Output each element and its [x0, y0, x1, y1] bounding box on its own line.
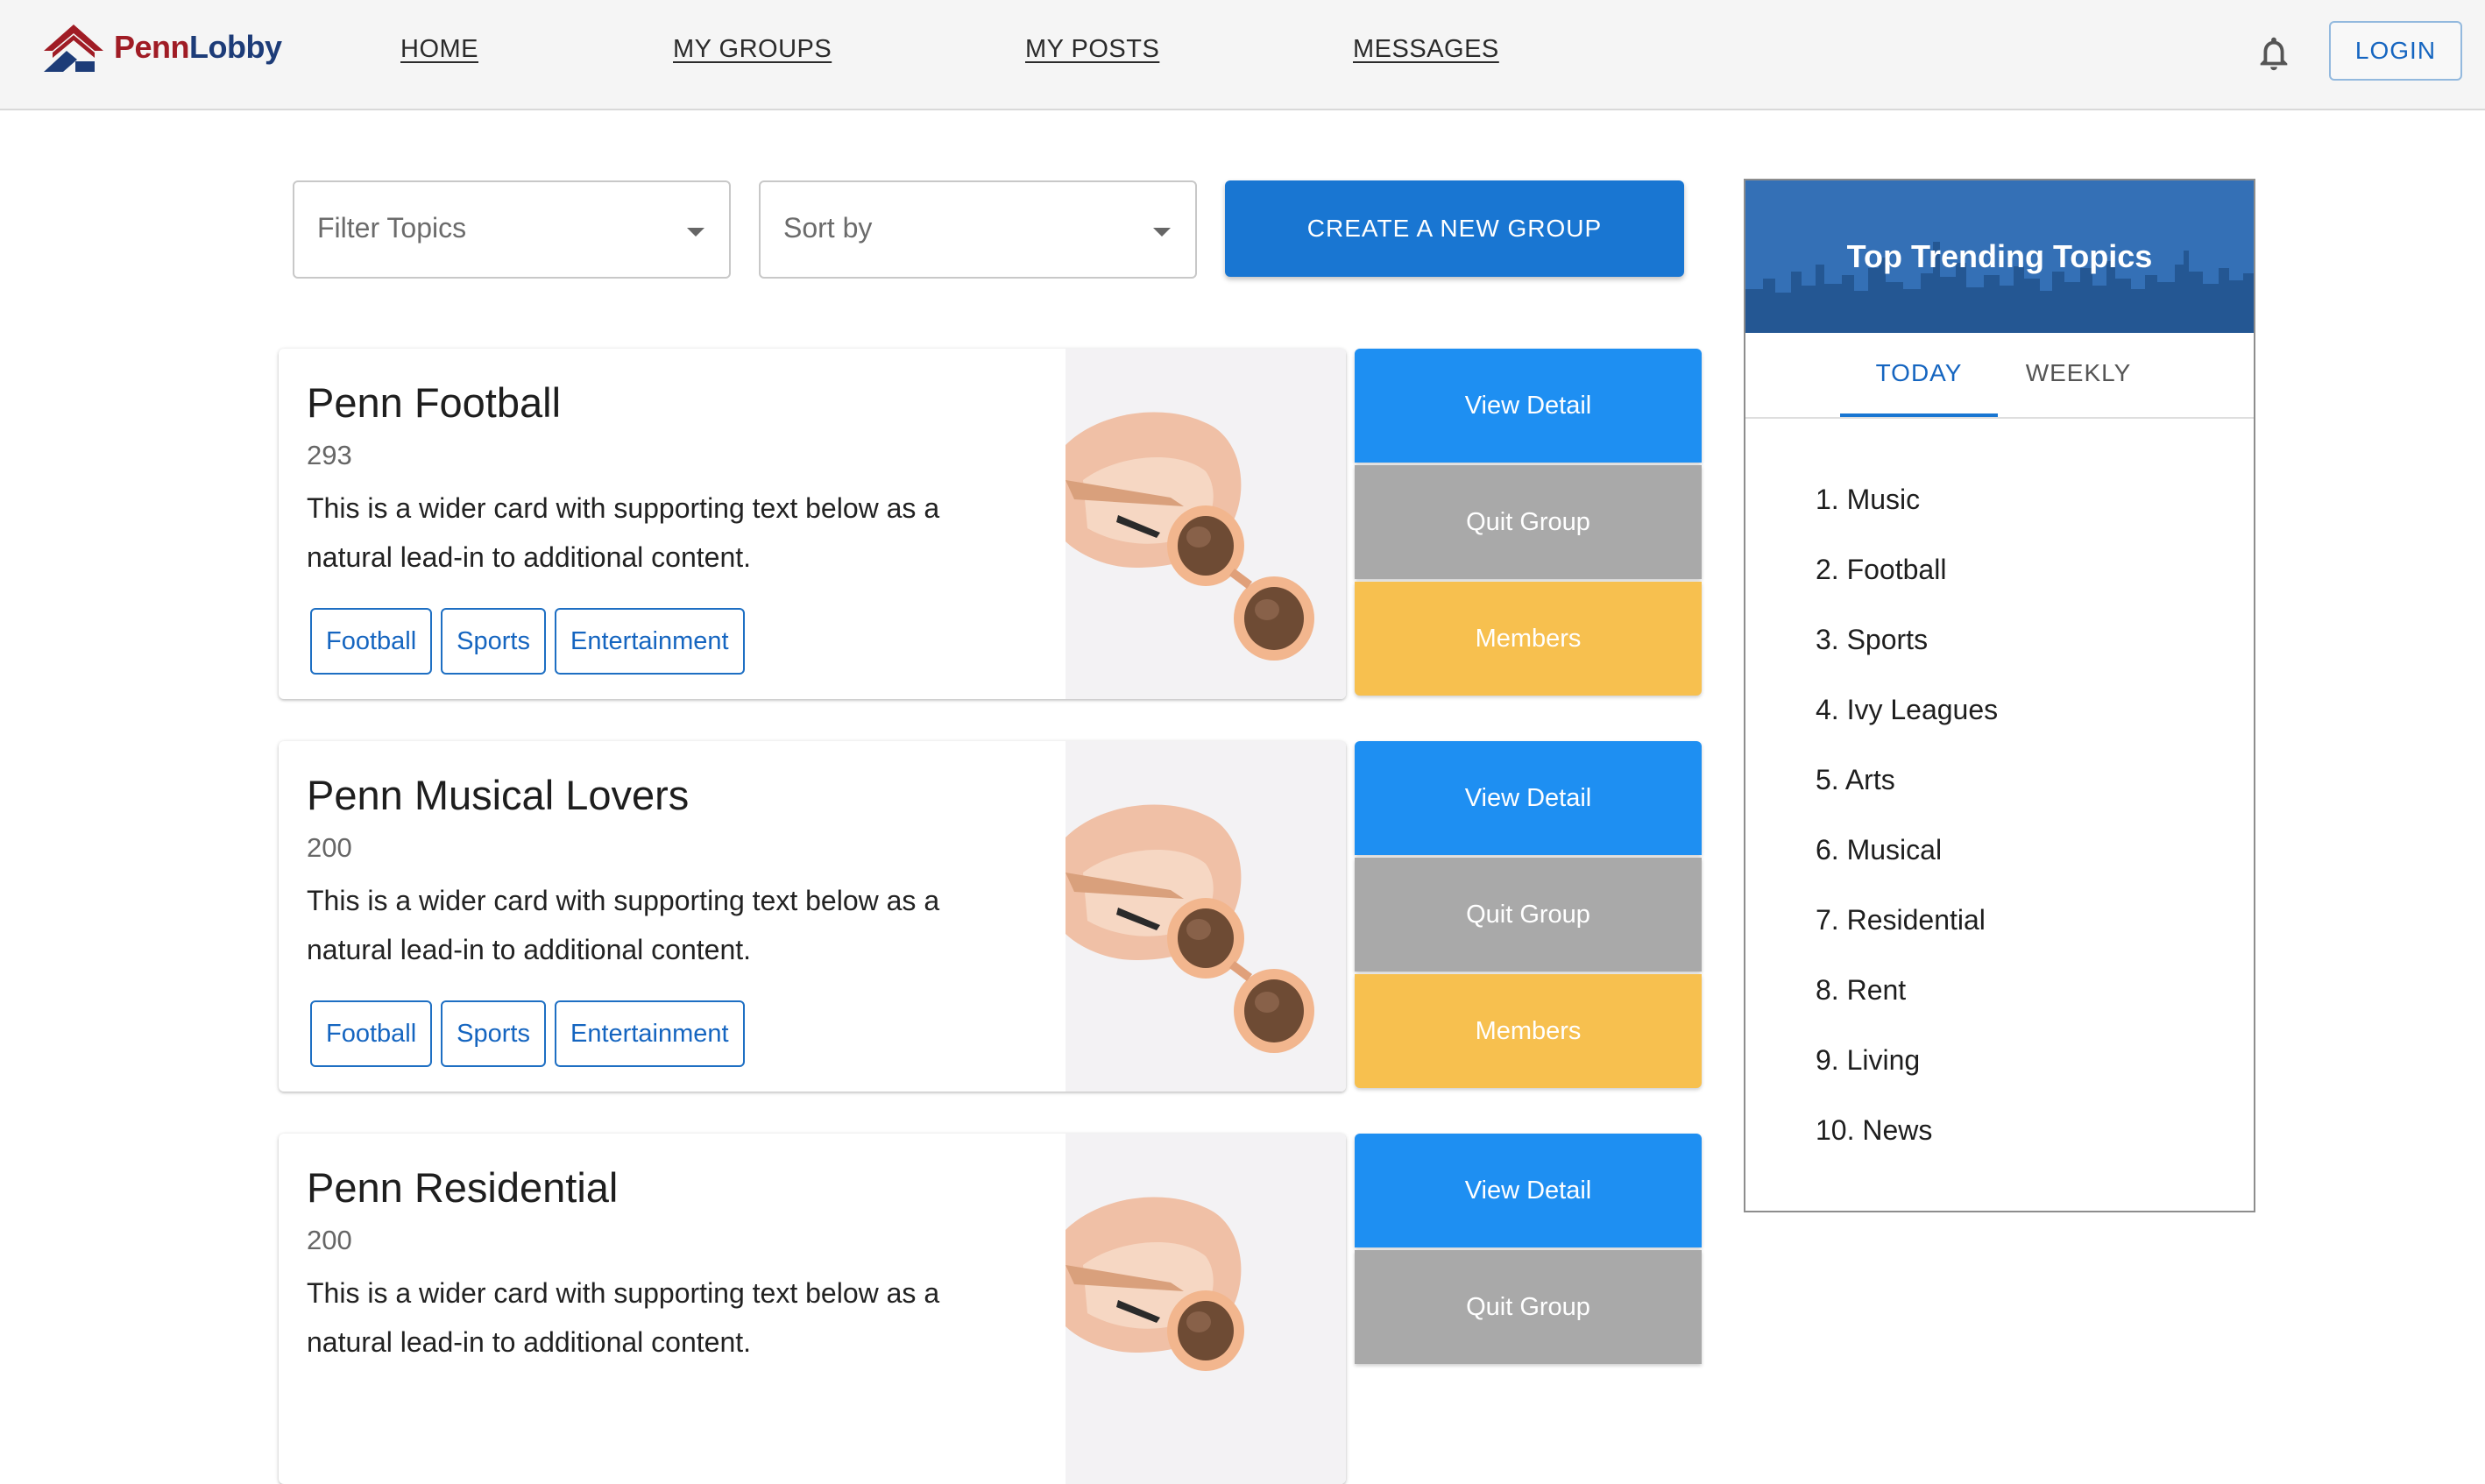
- tab-divider: [1745, 417, 2254, 419]
- pennlobby-logo[interactable]: PennLobby: [40, 19, 282, 75]
- group-description: This is a wider card with supporting tex…: [307, 1277, 940, 1358]
- filter-topics-placeholder: Filter Topics: [317, 212, 467, 244]
- tag-chip[interactable]: Football: [310, 608, 433, 675]
- group-description: This is a wider card with supporting tex…: [307, 885, 940, 965]
- trending-topic-item[interactable]: 10. News: [1816, 1104, 1998, 1174]
- tab-weekly[interactable]: WEEKLY: [2000, 359, 2157, 387]
- members-button[interactable]: Members: [1355, 974, 1702, 1088]
- trending-topic-item[interactable]: 7. Residential: [1816, 894, 1998, 964]
- tab-today[interactable]: TODAY: [1840, 359, 1998, 387]
- group-card: Penn Football 293 This is a wider card w…: [279, 349, 1346, 699]
- nav-my-groups[interactable]: MY GROUPS: [673, 35, 832, 64]
- trending-topic-item[interactable]: 6. Musical: [1816, 823, 1998, 894]
- trending-topic-item[interactable]: 9. Living: [1816, 1034, 1998, 1104]
- create-new-group-button[interactable]: CREATE A NEW GROUP: [1225, 180, 1684, 277]
- house-logo-icon: [44, 25, 103, 72]
- tag-list: Football Sports Entertainment: [310, 1000, 745, 1067]
- bell-icon[interactable]: [2254, 33, 2294, 74]
- view-detail-button[interactable]: View Detail: [1355, 1134, 1702, 1247]
- sort-by-placeholder: Sort by: [783, 212, 873, 244]
- members-button[interactable]: Members: [1355, 582, 1702, 696]
- trending-topic-item[interactable]: 2. Football: [1816, 543, 1998, 613]
- group-image: [1066, 349, 1346, 699]
- nav-home[interactable]: HOME: [400, 35, 478, 64]
- quit-group-button[interactable]: Quit Group: [1355, 858, 1702, 972]
- group-card: Penn Musical Lovers 200 This is a wider …: [279, 741, 1346, 1092]
- tag-chip[interactable]: Football: [310, 1000, 433, 1067]
- quit-group-button[interactable]: Quit Group: [1355, 1250, 1702, 1364]
- trending-topic-item[interactable]: 3. Sports: [1816, 613, 1998, 683]
- sort-by-select[interactable]: Sort by: [759, 180, 1197, 279]
- group-card: Penn Residential 200 This is a wider car…: [279, 1134, 1346, 1484]
- filter-topics-select[interactable]: Filter Topics: [293, 180, 731, 279]
- trending-title: Top Trending Topics: [1846, 238, 2153, 274]
- tag-chip[interactable]: Sports: [441, 1000, 546, 1067]
- login-button[interactable]: LOGIN: [2329, 21, 2462, 81]
- group-member-count: 293: [307, 440, 352, 470]
- group-member-count: 200: [307, 832, 352, 863]
- group-member-count: 200: [307, 1225, 352, 1255]
- view-detail-button[interactable]: View Detail: [1355, 349, 1702, 463]
- trending-topic-list: 1. Music 2. Football 3. Sports 4. Ivy Le…: [1816, 473, 1998, 1174]
- tag-chip[interactable]: Entertainment: [555, 1000, 745, 1067]
- logo-text-penn: Penn: [114, 29, 190, 65]
- group-name: Penn Football: [307, 379, 562, 426]
- trending-topic-item[interactable]: 1. Music: [1816, 473, 1998, 543]
- quit-group-button[interactable]: Quit Group: [1355, 465, 1702, 579]
- tag-chip[interactable]: Sports: [441, 608, 546, 675]
- view-detail-button[interactable]: View Detail: [1355, 741, 1702, 855]
- trending-topics-panel: Top Trending Topics TODAY WEEKLY 1. Musi…: [1744, 179, 2255, 1212]
- trending-topic-item[interactable]: 5. Arts: [1816, 753, 1998, 823]
- nav-messages[interactable]: MESSAGES: [1353, 35, 1499, 64]
- group-description: This is a wider card with supporting tex…: [307, 492, 940, 573]
- group-image: [1066, 741, 1346, 1092]
- group-image: [1066, 1134, 1346, 1484]
- group-name: Penn Residential: [307, 1164, 619, 1211]
- trending-topic-item[interactable]: 4. Ivy Leagues: [1816, 683, 1998, 753]
- group-name: Penn Musical Lovers: [307, 772, 690, 818]
- tag-list: Football Sports Entertainment: [310, 608, 745, 675]
- logo-text-lobby: Lobby: [189, 29, 282, 65]
- dropdown-arrow-icon: [1153, 228, 1171, 237]
- trending-header-banner: Top Trending Topics: [1745, 180, 2254, 333]
- nav-my-posts[interactable]: MY POSTS: [1025, 35, 1159, 64]
- tag-chip[interactable]: Entertainment: [555, 608, 745, 675]
- dropdown-arrow-icon: [687, 228, 704, 237]
- top-navbar: PennLobby HOME MY GROUPS MY POSTS MESSAG…: [0, 0, 2485, 110]
- trending-topic-item[interactable]: 8. Rent: [1816, 964, 1998, 1034]
